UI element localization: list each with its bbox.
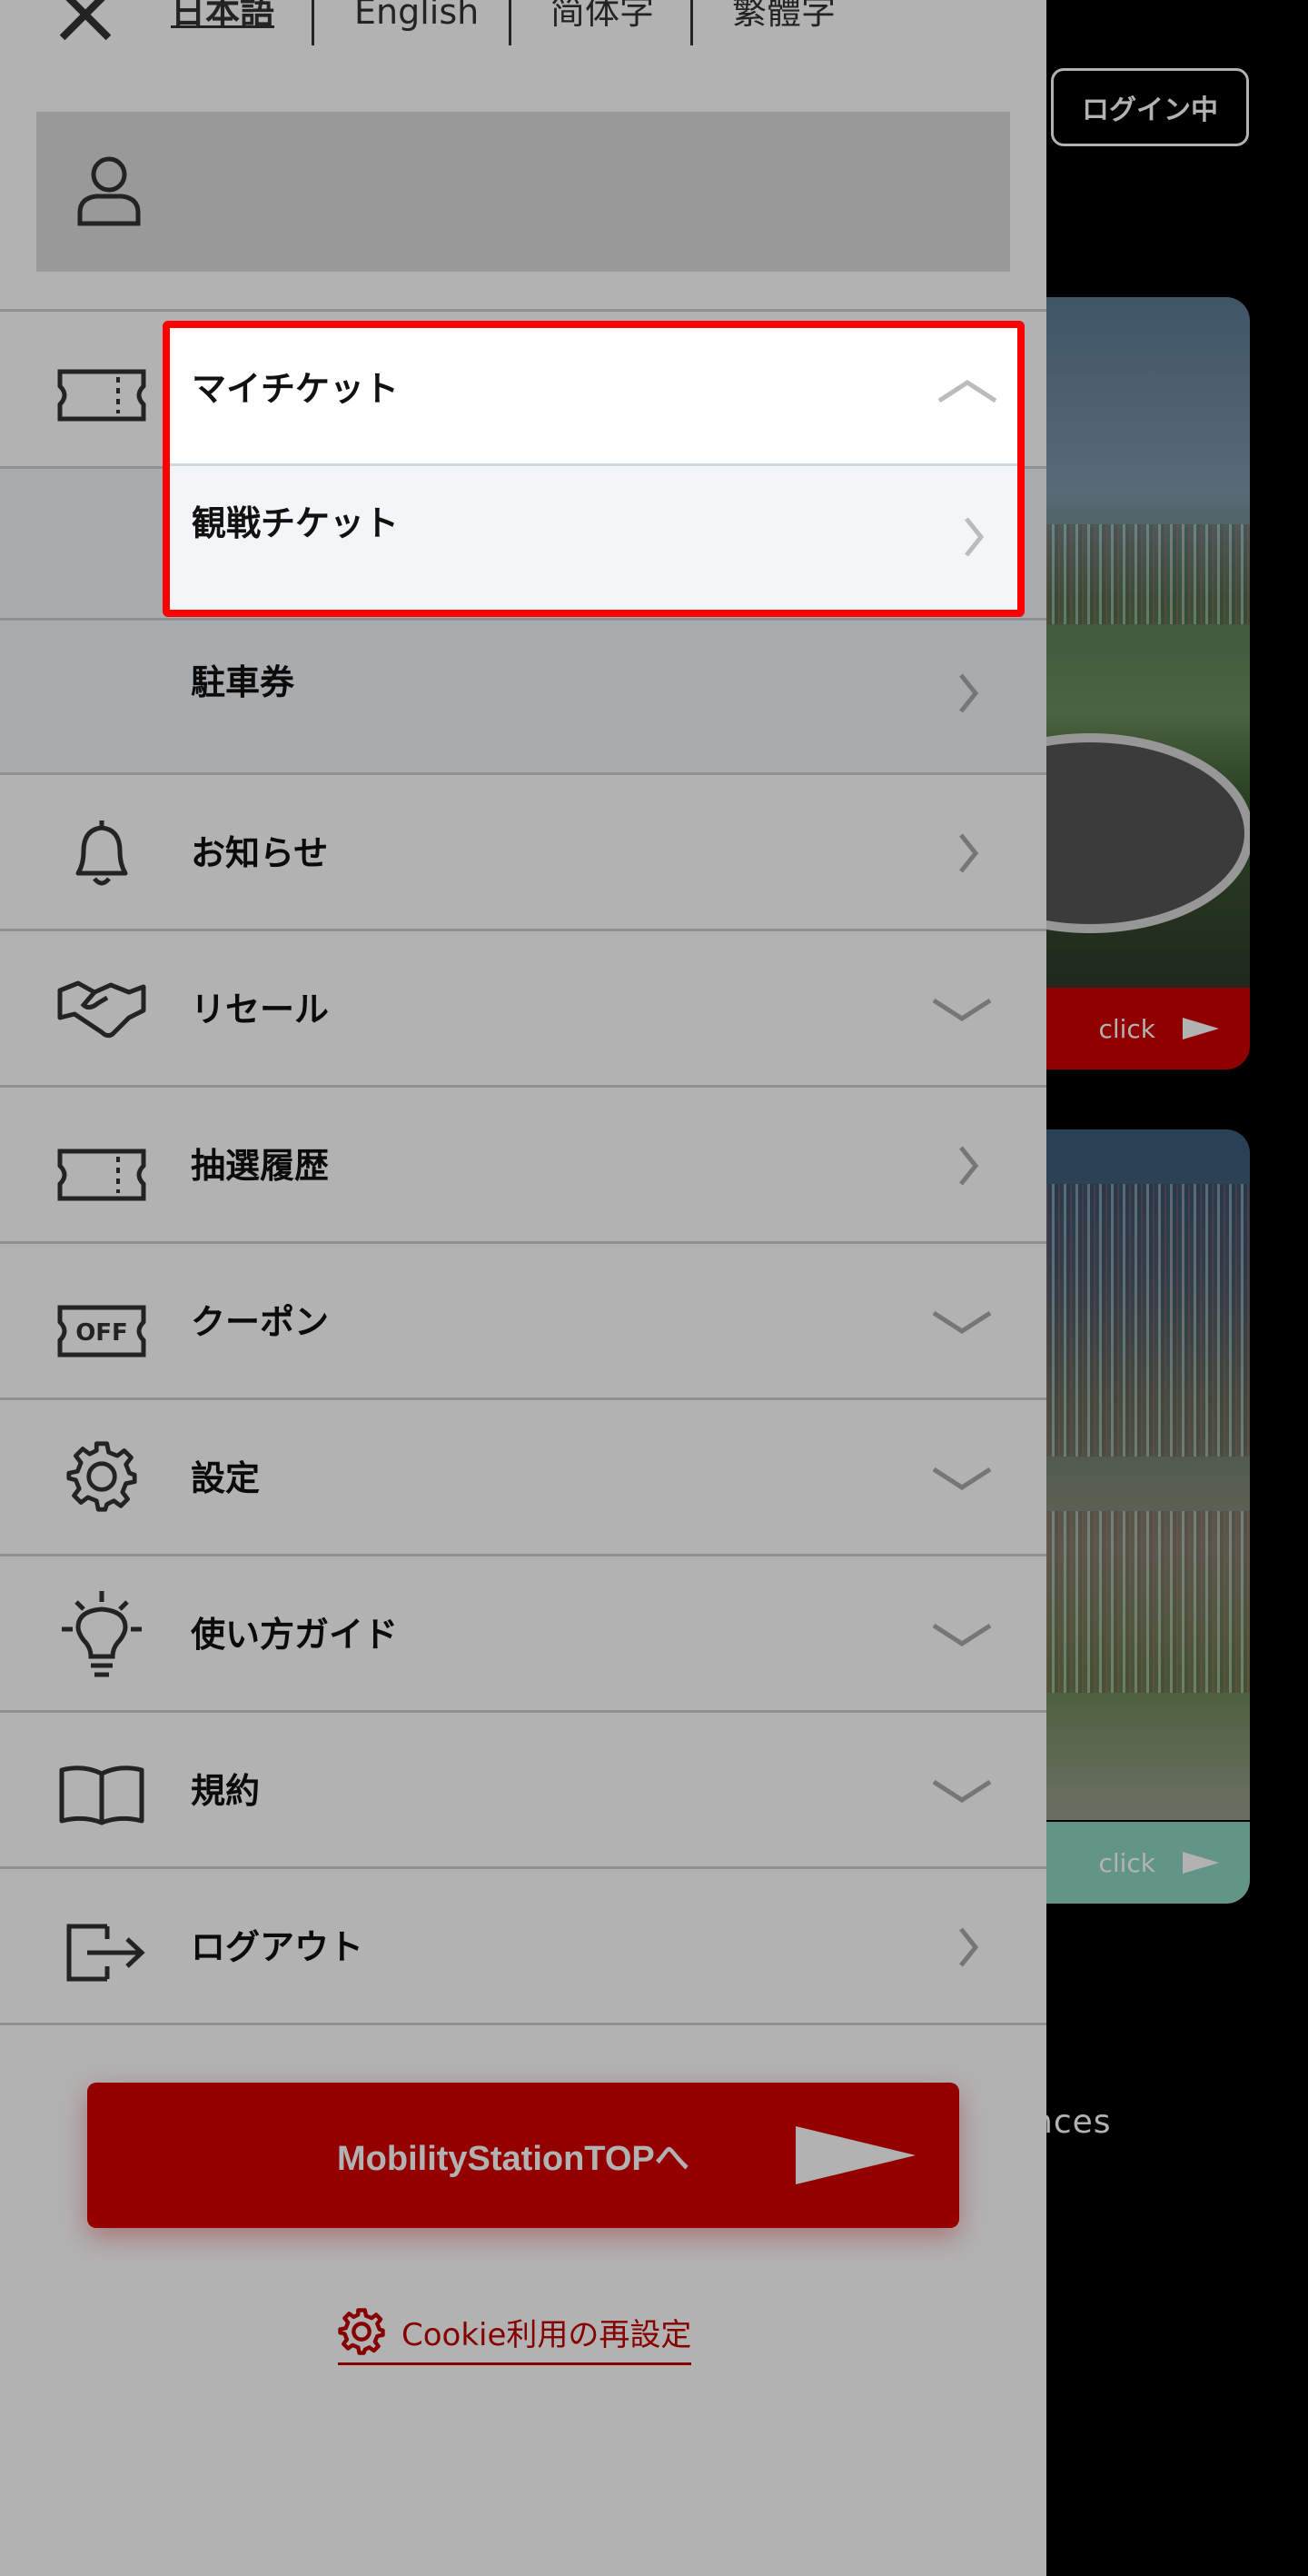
chevron-right-icon (959, 833, 979, 873)
lang-simplified-chinese[interactable]: 简体字 (550, 0, 654, 35)
menu-item-label: 駐車券 (191, 662, 295, 702)
lang-traditional-chinese[interactable]: 繁體字 (732, 0, 836, 35)
lang-japanese[interactable]: 日本語 (171, 0, 274, 35)
chevron-down-icon (932, 1779, 992, 1803)
play-arrow-icon (796, 2126, 916, 2184)
gear-icon (66, 1441, 137, 1512)
menu-item-coupon[interactable]: OFF クーポン (0, 1241, 1046, 1397)
lightbulb-icon (62, 1591, 142, 1677)
chevron-right-icon (959, 1927, 979, 1967)
chevron-down-icon (932, 1467, 992, 1490)
chevron-down-icon (932, 1623, 992, 1646)
svg-text:OFF: OFF (75, 1319, 128, 1347)
highlight-box (163, 321, 1025, 617)
lang-divider (690, 0, 693, 45)
chevron-down-icon (932, 1310, 992, 1334)
menu-item-logout[interactable]: ログアウト (0, 1866, 1046, 2023)
menu-item-label: ログアウト (191, 1927, 364, 1967)
menu-item-terms[interactable]: 規約 (0, 1710, 1046, 1866)
coupon-off-icon: OFF (57, 1305, 146, 1358)
menu-item-notices[interactable]: お知らせ (0, 772, 1046, 929)
lang-english[interactable]: English (354, 0, 479, 35)
menu-item-label: 抽選履歴 (191, 1146, 330, 1186)
chevron-right-icon (959, 1146, 979, 1186)
menu-item-label: 設定 (191, 1458, 261, 1498)
ticket-icon (57, 1149, 146, 1201)
gear-icon (338, 2308, 385, 2355)
handshake-icon (57, 980, 146, 1039)
user-info-box[interactable] (36, 112, 1010, 272)
cookie-link-label: Cookie利用の再設定 (401, 2316, 692, 2353)
user-icon (77, 156, 141, 226)
lang-divider (509, 0, 511, 45)
menu-item-label: リセール (191, 990, 330, 1029)
lang-divider (312, 0, 314, 45)
bell-icon (75, 821, 128, 886)
chevron-down-icon (932, 998, 992, 1021)
menu-item-label: 規約 (191, 1771, 261, 1811)
cookie-settings-link[interactable]: Cookie利用の再設定 (338, 2304, 692, 2365)
chevron-right-icon (959, 673, 979, 713)
menu-item-label: お知らせ (191, 833, 329, 873)
logout-icon (66, 1924, 145, 1982)
book-icon (59, 1765, 144, 1825)
menu-bottom-divider (0, 2023, 1046, 2025)
close-icon[interactable] (53, 0, 118, 45)
mobility-station-top-button[interactable]: MobilityStationTOPへ (87, 2083, 959, 2228)
menu-item-label: クーポン (191, 1302, 330, 1342)
top-button-label: MobilityStationTOPへ (337, 2140, 689, 2178)
menu-item-resale[interactable]: リセール (0, 929, 1046, 1085)
menu-item-parking[interactable]: 駐車券 (0, 618, 1046, 772)
language-selector: 日本語 English 简体字 繁體字 (0, 0, 908, 45)
ticket-icon (57, 369, 146, 422)
menu-item-label: 使い方ガイド (191, 1615, 399, 1655)
menu-item-guide[interactable]: 使い方ガイド (0, 1554, 1046, 1710)
menu-item-lottery-history[interactable]: 抽選履歴 (0, 1085, 1046, 1241)
menu-item-settings[interactable]: 設定 (0, 1397, 1046, 1554)
